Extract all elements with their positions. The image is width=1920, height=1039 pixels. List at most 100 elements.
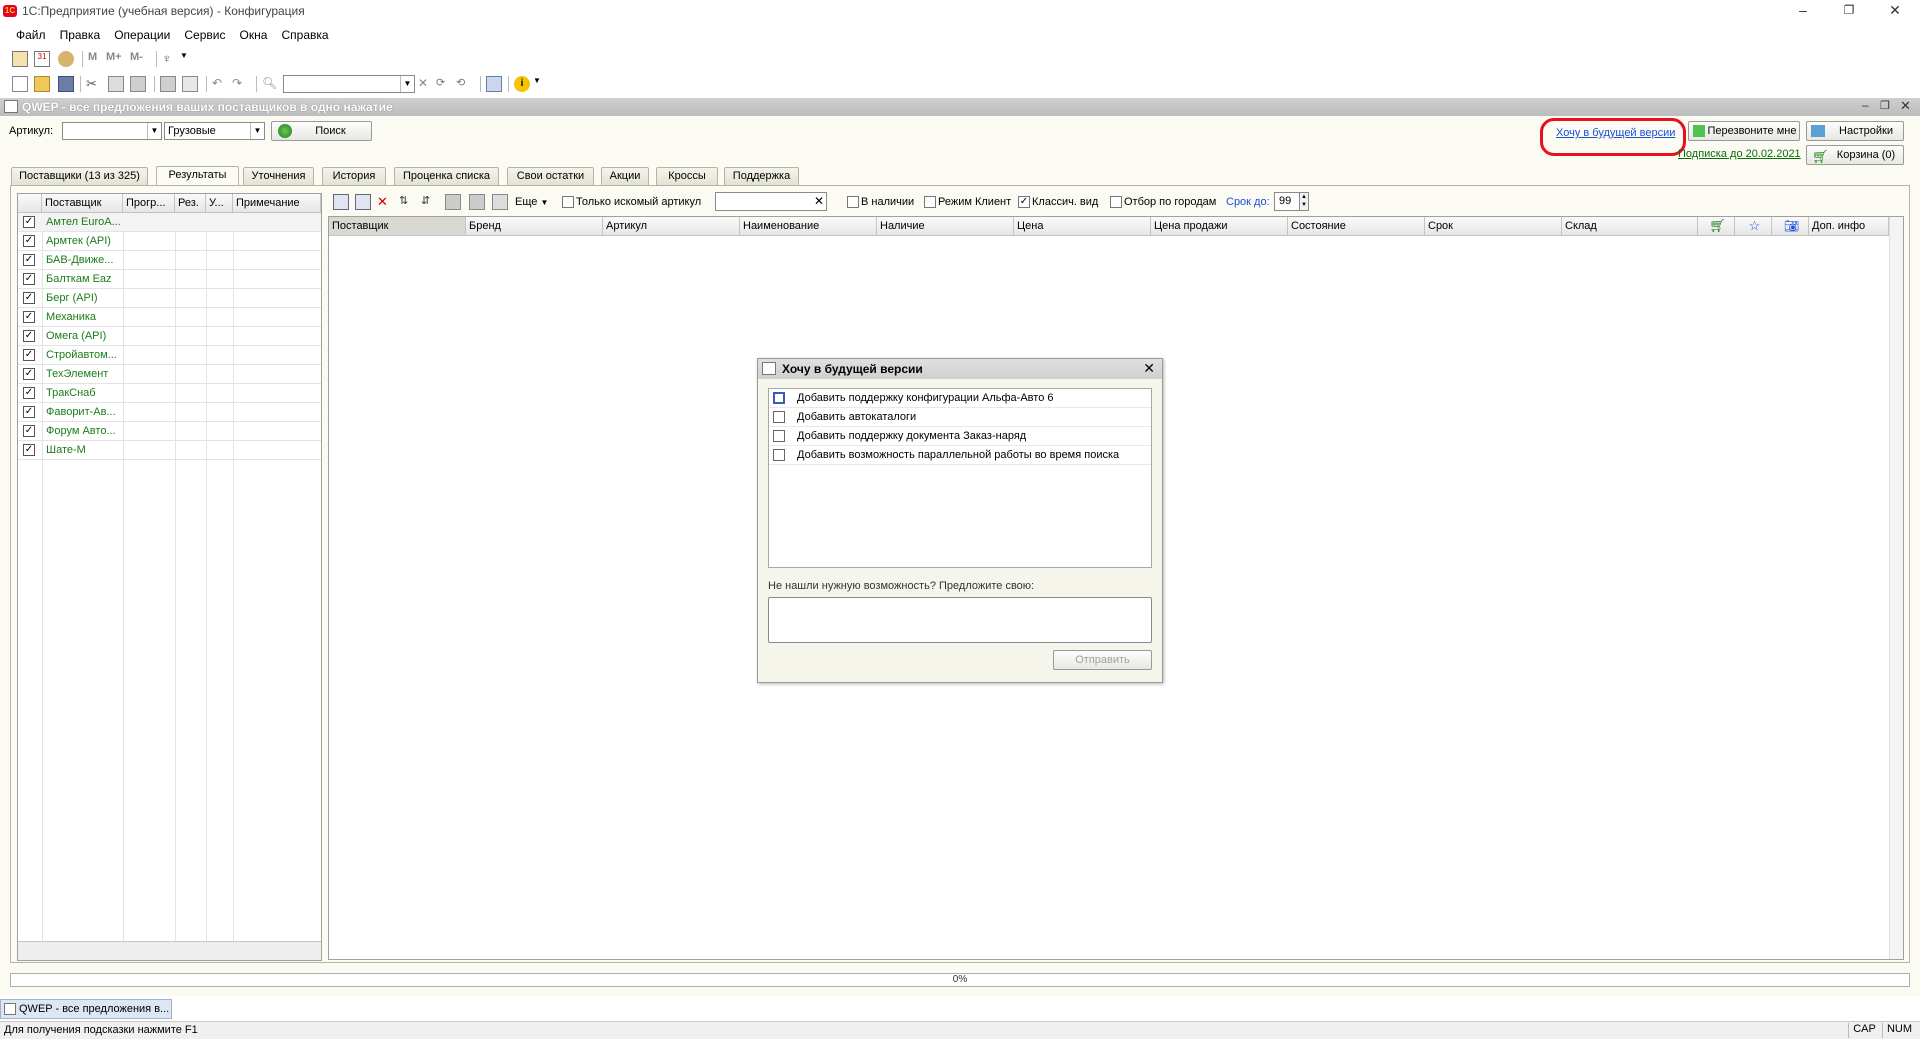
- tab-history[interactable]: История: [322, 167, 386, 185]
- paste-rows-icon[interactable]: [469, 194, 485, 210]
- minimize-button[interactable]: –: [1780, 0, 1826, 22]
- column-header-state[interactable]: Состояние: [1288, 217, 1425, 236]
- list-item[interactable]: Добавить поддержку конфигурации Альфа-Ав…: [769, 389, 1151, 408]
- column-header-supplier[interactable]: Поставщик: [329, 217, 466, 236]
- table-row[interactable]: ✓ Стройавтом...: [18, 346, 321, 365]
- column-header-check[interactable]: [18, 194, 42, 213]
- paste-icon[interactable]: [130, 76, 146, 92]
- clear-icon[interactable]: ✕: [814, 194, 824, 208]
- print-icon[interactable]: [160, 76, 176, 92]
- row-checkbox[interactable]: ✓: [23, 368, 35, 380]
- column-header-brand[interactable]: Бренд: [466, 217, 603, 236]
- copy-icon[interactable]: [108, 76, 124, 92]
- find-next-icon[interactable]: ⟳: [436, 76, 452, 92]
- save-icon[interactable]: [58, 76, 74, 92]
- tab-promotions[interactable]: Акции: [601, 167, 649, 185]
- filter-settings-icon[interactable]: [355, 194, 371, 210]
- table-row[interactable]: ✓ Берг (API): [18, 289, 321, 308]
- menu-service[interactable]: Сервис: [184, 25, 225, 45]
- column-header-supplier[interactable]: Поставщик: [42, 194, 123, 213]
- term-spinner[interactable]: ▲ ▼: [1299, 192, 1309, 211]
- memory-minus-button[interactable]: М-: [130, 51, 150, 67]
- column-header-cart[interactable]: 🛒︎: [1698, 217, 1735, 236]
- subscription-link[interactable]: Подписка до 20.02.2021: [1678, 148, 1801, 160]
- in-stock-checkbox[interactable]: [847, 196, 859, 208]
- column-header-favorite[interactable]: ☆: [1735, 217, 1772, 236]
- list-item[interactable]: Добавить поддержку документа Заказ-наряд: [769, 427, 1151, 446]
- menu-edit[interactable]: Правка: [60, 25, 101, 45]
- article-input[interactable]: ▼: [62, 122, 162, 140]
- menu-operations[interactable]: Операции: [114, 25, 170, 45]
- table-row[interactable]: ✓ БАВ-Движе...: [18, 251, 321, 270]
- row-checkbox[interactable]: ✓: [23, 254, 35, 266]
- child-close-button[interactable]: ✕: [1900, 98, 1911, 114]
- table-row[interactable]: ✓ Шате-М: [18, 441, 321, 460]
- column-header-term[interactable]: Срок: [1425, 217, 1562, 236]
- new-document-icon[interactable]: [12, 76, 28, 92]
- menu-windows[interactable]: Окна: [240, 25, 268, 45]
- tab-crosses[interactable]: Кроссы: [656, 167, 718, 185]
- more-menu[interactable]: Еще ▼: [515, 196, 548, 208]
- future-version-link[interactable]: Хочу в будущей версии: [1556, 127, 1675, 139]
- column-header-warehouse[interactable]: Склад: [1562, 217, 1698, 236]
- open-folder-icon[interactable]: [34, 76, 50, 92]
- row-checkbox[interactable]: ✓: [23, 311, 35, 323]
- row-checkbox[interactable]: ✓: [23, 349, 35, 361]
- column-header-extra-info[interactable]: Доп. инфо: [1809, 217, 1889, 236]
- city-filter-checkbox[interactable]: [1110, 196, 1122, 208]
- table-row[interactable]: ✓ Форум Авто...: [18, 422, 321, 441]
- menu-file[interactable]: Файл: [16, 25, 46, 45]
- clear-filter-icon[interactable]: ✕: [377, 194, 393, 210]
- window-task-button[interactable]: QWEP - все предложения в...: [0, 999, 172, 1019]
- row-checkbox[interactable]: ✓: [23, 444, 35, 456]
- undo-icon[interactable]: ↶: [212, 76, 228, 92]
- chevron-down-icon[interactable]: ▼: [147, 123, 161, 139]
- cut-icon[interactable]: ✂: [86, 76, 102, 92]
- column-header-article[interactable]: Артикул: [603, 217, 740, 236]
- row-checkbox[interactable]: ✓: [23, 330, 35, 342]
- column-header-availability[interactable]: Наличие: [877, 217, 1014, 236]
- calendar-icon[interactable]: 31: [34, 51, 50, 67]
- column-header-price[interactable]: Цена: [1014, 217, 1151, 236]
- calculator-icon[interactable]: [12, 51, 28, 67]
- option-checkbox[interactable]: [773, 449, 785, 461]
- table-row[interactable]: ✓ Механика: [18, 308, 321, 327]
- settings-button[interactable]: Настройки: [1806, 121, 1904, 141]
- table-row[interactable]: ✓ Армтек (API): [18, 232, 321, 251]
- copy-rows-icon[interactable]: [445, 194, 461, 210]
- clear-search-icon[interactable]: ✕: [418, 76, 434, 92]
- column-header-note[interactable]: Примечание: [233, 194, 321, 213]
- sort-desc-icon[interactable]: ⇵: [421, 194, 437, 210]
- restore-button[interactable]: ❐: [1826, 0, 1872, 22]
- only-searched-checkbox[interactable]: [562, 196, 574, 208]
- suppliers-table[interactable]: Поставщик Прогр... Рез. У... Примечание …: [17, 193, 322, 961]
- table-row[interactable]: ✓ Амтел EuroA...: [18, 213, 321, 232]
- tool-icon[interactable]: ♆: [162, 51, 178, 67]
- tab-support[interactable]: Поддержка: [724, 167, 799, 185]
- tab-own-stock[interactable]: Свои остатки: [507, 167, 594, 185]
- users-icon[interactable]: [58, 51, 74, 67]
- call-me-button[interactable]: Перезвоните мне: [1688, 121, 1800, 141]
- memory-m-button[interactable]: М: [88, 51, 104, 67]
- info-icon[interactable]: i: [514, 76, 530, 92]
- results-filter-input[interactable]: ✕: [715, 192, 827, 211]
- results-scrollbar[interactable]: [1889, 217, 1903, 959]
- list-item[interactable]: Добавить возможность параллельной работы…: [769, 446, 1151, 465]
- row-checkbox[interactable]: ✓: [23, 425, 35, 437]
- filter-icon[interactable]: [333, 194, 349, 210]
- search-button[interactable]: Поиск: [271, 121, 372, 141]
- tab-refinements[interactable]: Уточнения: [243, 167, 314, 185]
- chevron-down-icon[interactable]: ▼: [180, 51, 196, 67]
- client-mode-checkbox[interactable]: [924, 196, 936, 208]
- dialog-close-button[interactable]: ✕: [1143, 360, 1155, 377]
- export-icon[interactable]: [492, 194, 508, 210]
- classic-view-checkbox[interactable]: ✓: [1018, 196, 1030, 208]
- tab-list-pricing[interactable]: Проценка списка: [394, 167, 499, 185]
- send-button[interactable]: Отправить: [1053, 650, 1152, 670]
- row-checkbox[interactable]: ✓: [23, 387, 35, 399]
- chevron-down-icon[interactable]: ▼: [250, 123, 264, 139]
- tab-results[interactable]: Результаты: [156, 166, 239, 186]
- option-checkbox[interactable]: [773, 430, 785, 442]
- column-header-name[interactable]: Наименование: [740, 217, 877, 236]
- column-header-sale-price[interactable]: Цена продажи: [1151, 217, 1288, 236]
